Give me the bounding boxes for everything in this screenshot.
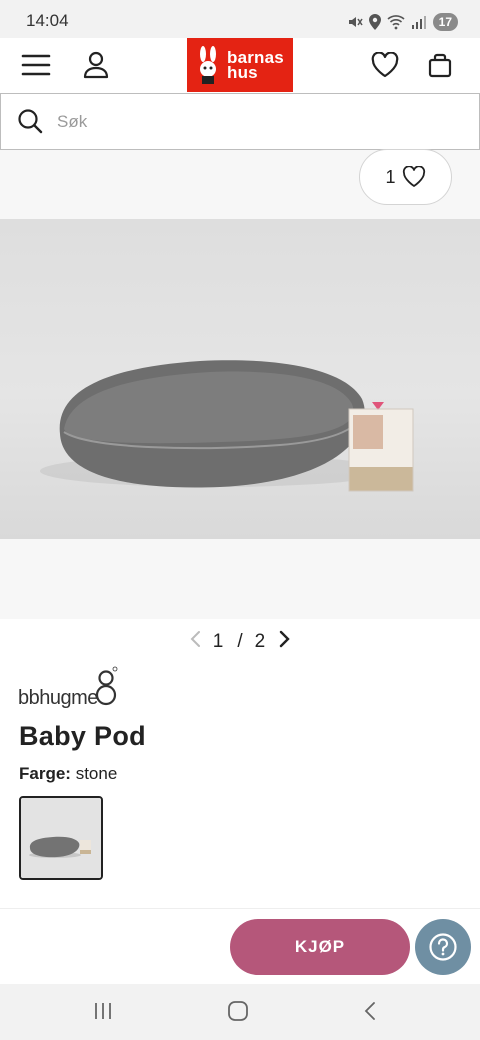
heart-icon[interactable] bbox=[368, 49, 402, 81]
back-icon[interactable] bbox=[362, 1000, 378, 1027]
buy-button[interactable]: KJØP bbox=[230, 919, 410, 975]
brand-name: bbhugme bbox=[18, 687, 98, 709]
top-header: barnas hus bbox=[0, 38, 480, 92]
product-title: Baby Pod bbox=[19, 721, 146, 751]
total-pages: 2 bbox=[254, 631, 268, 652]
wifi-icon bbox=[387, 15, 405, 30]
logo-text-hus: hus bbox=[227, 63, 258, 82]
page-separator: / bbox=[237, 631, 243, 652]
bag-icon[interactable] bbox=[424, 48, 456, 82]
chevron-right-icon[interactable] bbox=[279, 630, 291, 654]
home-icon[interactable] bbox=[226, 1000, 250, 1027]
location-icon bbox=[368, 14, 381, 30]
status-time: 14:04 bbox=[26, 11, 69, 30]
brand-mark-icon bbox=[95, 666, 118, 706]
product-image[interactable] bbox=[0, 219, 480, 539]
divider bbox=[0, 908, 480, 909]
wishlist-button[interactable]: 1 bbox=[359, 149, 452, 205]
heart-outline-icon bbox=[402, 166, 425, 187]
image-pager: 1 / 2 bbox=[0, 628, 480, 656]
search-input[interactable] bbox=[57, 108, 457, 136]
bunny-logo-icon bbox=[197, 46, 219, 84]
color-info: Farge: stone bbox=[19, 764, 117, 784]
search-icon[interactable] bbox=[17, 108, 43, 139]
status-bar: 14:04 17 bbox=[0, 0, 480, 38]
question-icon bbox=[429, 933, 457, 961]
color-label: Farge: bbox=[19, 764, 71, 783]
battery-icon: 17 bbox=[432, 13, 458, 31]
help-button[interactable] bbox=[415, 919, 471, 975]
system-navbar bbox=[0, 984, 480, 1040]
recent-apps-icon[interactable] bbox=[92, 1000, 114, 1027]
brand-logo[interactable]: bbhugme bbox=[18, 664, 118, 710]
signal-icon bbox=[411, 16, 426, 29]
color-swatch-thumbnail[interactable] bbox=[19, 796, 103, 880]
mute-icon bbox=[348, 17, 363, 27]
barnas-hus-logo[interactable]: barnas hus bbox=[187, 38, 293, 92]
search-bar[interactable] bbox=[0, 93, 480, 150]
current-page: 1 bbox=[212, 631, 226, 652]
chevron-left-icon[interactable] bbox=[189, 630, 201, 654]
color-value: stone bbox=[75, 764, 118, 783]
product-box bbox=[348, 402, 414, 492]
menu-icon[interactable] bbox=[18, 50, 54, 80]
wishlist-count: 1 bbox=[385, 166, 396, 187]
user-icon[interactable] bbox=[80, 48, 112, 82]
